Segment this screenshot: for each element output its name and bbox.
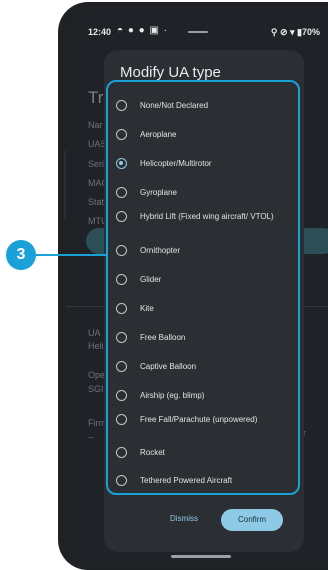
home-indicator[interactable]: [171, 555, 231, 558]
dismiss-button[interactable]: Dismiss: [170, 514, 198, 523]
background-label: UA: [88, 328, 101, 338]
annotation-step-badge: 3: [6, 240, 36, 270]
status-bar: 12:40 ◓ ● ● ▣ · ⚲ ⊘ ▾ ▮70%: [66, 8, 328, 48]
screenshot-stage: 12:40 ◓ ● ● ▣ · ⚲ ⊘ ▾ ▮70% Tra Nar UAS S…: [0, 0, 328, 570]
background-label: Nar: [88, 120, 103, 130]
notification-icons: ◓ ● ● ▣ ·: [117, 25, 169, 36]
background-label: Ope: [88, 370, 106, 380]
annotation-callout-line: [34, 254, 106, 256]
confirm-button[interactable]: Confirm: [221, 509, 283, 531]
background-label: Stat: [88, 197, 105, 207]
dialog-actions: Dismiss Confirm: [104, 504, 304, 538]
annotation-highlight-box: [106, 80, 300, 495]
background-label: --: [88, 432, 94, 442]
background-label: Heli: [88, 341, 104, 351]
system-status-icons: ⚲ ⊘ ▾ ▮70%: [270, 27, 320, 37]
dialog-title: Modify UA type: [120, 64, 221, 81]
status-time: 12:40: [88, 27, 112, 37]
background-label: SGI: [88, 384, 104, 394]
background-label: Seri: [88, 159, 105, 169]
status-divider: [188, 31, 208, 33]
